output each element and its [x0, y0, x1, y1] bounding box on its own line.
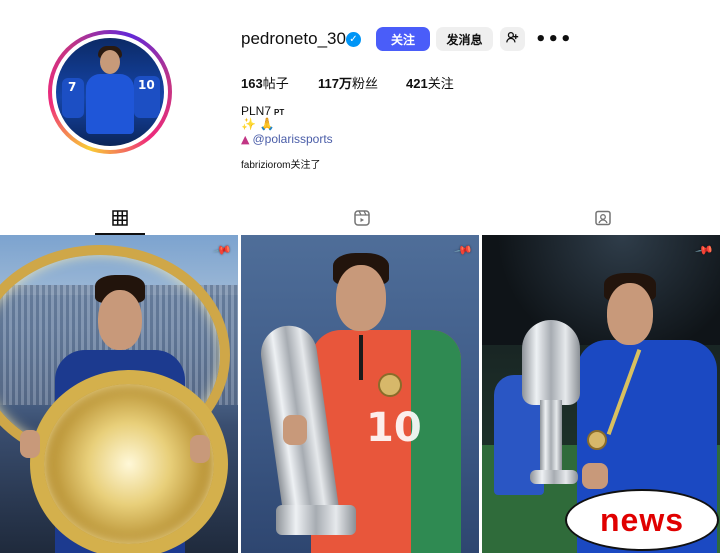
avatar-frame: 7 10 — [52, 34, 168, 150]
follow-button[interactable]: 关注 — [376, 27, 430, 51]
add-user-icon-svg — [506, 31, 519, 43]
reels-icon — [354, 210, 370, 226]
add-user-icon[interactable] — [500, 27, 525, 51]
following-count: 421 — [406, 76, 428, 91]
trophy-base — [276, 505, 356, 535]
trophy-base — [530, 470, 578, 484]
post-tile[interactable]: 10 📌 — [241, 235, 479, 553]
stat-posts: 163帖子 — [241, 73, 289, 92]
medal-ribbon — [359, 335, 363, 380]
player-head — [336, 265, 386, 331]
trophy-stem — [540, 400, 562, 480]
bio-name-text: PLN7 — [241, 104, 272, 118]
player-hand — [20, 430, 40, 458]
profile-avatar-ring[interactable]: 7 10 — [48, 30, 172, 154]
news-label: news — [599, 501, 685, 538]
bio-name: PLN7 PT — [241, 104, 284, 118]
stat-following[interactable]: 421关注 — [406, 73, 454, 92]
player-hand — [190, 435, 210, 463]
post-tile[interactable]: 📌 — [0, 235, 238, 553]
medal — [378, 373, 402, 397]
stat-followers[interactable]: 117万粉丝 — [318, 73, 378, 92]
player-head — [98, 290, 142, 350]
jersey-number: 10 — [366, 405, 422, 451]
player-hand — [283, 415, 307, 445]
night-sky — [482, 235, 720, 345]
avatar-body — [86, 74, 134, 134]
link-icon: ▲ — [241, 133, 250, 146]
followers-label: 粉丝 — [351, 76, 378, 91]
tab-posts[interactable] — [100, 206, 140, 230]
grid-icon — [112, 210, 128, 226]
verified-badge-icon: ✓ — [346, 32, 361, 47]
news-watermark-badge: news — [565, 489, 719, 551]
avatar-bg-number: 10 — [138, 78, 155, 92]
message-button[interactable]: 发消息 — [436, 27, 493, 51]
posts-label: 帖子 — [262, 76, 289, 91]
avatar-head — [100, 50, 120, 74]
player-hand — [582, 463, 608, 489]
avatar: 7 10 — [56, 38, 164, 146]
bio-mention[interactable]: @polarissports — [252, 132, 332, 146]
more-icon[interactable]: ••• — [535, 29, 573, 50]
following-label: 关注 — [427, 76, 454, 91]
player-head — [607, 283, 653, 345]
bio-country-tag: PT — [274, 108, 285, 117]
followed-by-text[interactable]: fabriziorom关注了 — [241, 156, 320, 171]
bio-emoji-line: ✨ 🙏 — [241, 117, 275, 131]
tagged-icon — [595, 210, 611, 226]
followers-count: 117万 — [318, 76, 352, 91]
posts-count: 163 — [241, 76, 263, 91]
medal — [587, 430, 607, 450]
trophy-cup — [522, 320, 580, 405]
profile-username: pedroneto_30 — [241, 29, 346, 48]
pin-icon: 📌 — [453, 239, 474, 261]
avatar-bg-number: 7 — [68, 80, 77, 94]
tab-reels[interactable] — [342, 206, 382, 230]
tab-tagged[interactable] — [583, 206, 623, 230]
bio-link[interactable]: ▲ @polarissports — [241, 132, 333, 146]
